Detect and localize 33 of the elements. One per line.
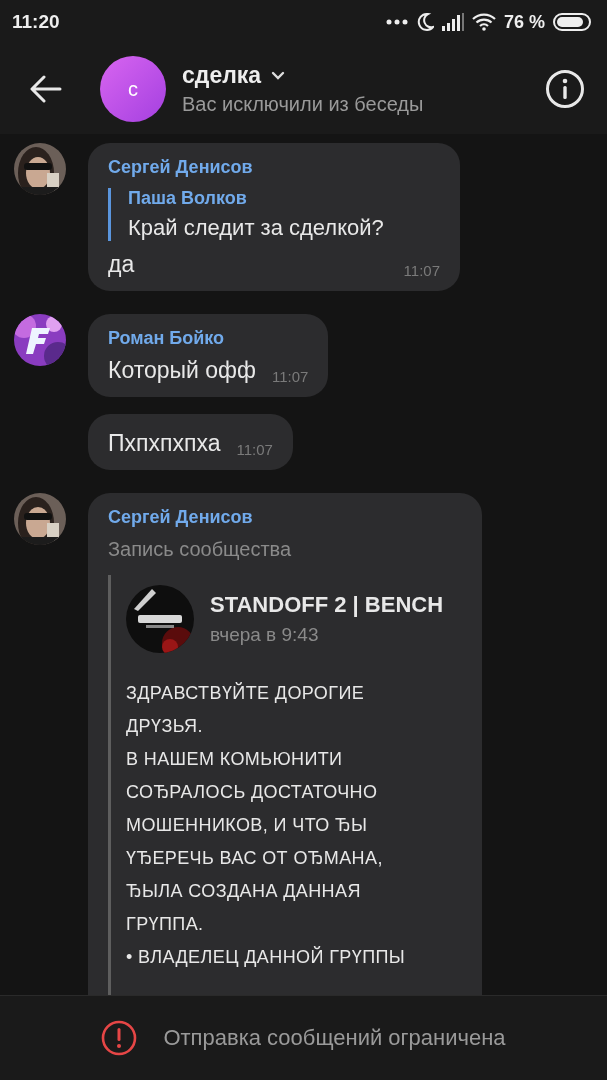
message-time: 11:07: [271, 368, 309, 385]
wifi-icon: [471, 13, 496, 31]
battery-icon: [553, 13, 593, 31]
quoted-author: Паша Волков: [128, 188, 248, 209]
chat-subtitle: Вас исключили из беседы: [182, 93, 425, 116]
post-date: вчера в 9:43: [210, 624, 320, 646]
signal-icon: [441, 13, 464, 31]
quoted-message[interactable]: Паша Волков Край следит за сделкой?: [108, 188, 440, 241]
warning-icon: [101, 1020, 138, 1056]
chat-avatar: с: [100, 56, 166, 122]
author-name[interactable]: Сергей Денисов: [108, 157, 440, 178]
author-name[interactable]: Роман Бойко: [108, 328, 309, 349]
chat-title[interactable]: сделка: [182, 62, 262, 89]
post-paragraph: В НАШЕМ КОМЬЮНИТИ СОЂРАЛОСЬ ДОСТАТОЧНО МОШЕННИКОВ, И ЧТО ЂЫ ҮЂЕРЕЧЬ ВАС ОТ ОЂМАНА, ЂЫЛА СОЗДАНА ДАННАЯ ГРҮППА.: [126, 748, 384, 936]
message-text: Который офф: [108, 356, 256, 385]
restriction-message: Отправка сообщений ограничена: [163, 1025, 506, 1051]
more-dots-icon: [385, 19, 408, 25]
back-arrow-icon[interactable]: [30, 75, 62, 103]
battery-percent: 76 %: [503, 11, 545, 33]
status-time: 11:20: [12, 11, 60, 33]
chevron-down-icon[interactable]: [271, 71, 286, 80]
message-text: да: [108, 250, 135, 279]
moon-icon: [415, 12, 434, 32]
message-time: 11:07: [236, 441, 273, 458]
author-name[interactable]: Сергей Денисов: [108, 507, 462, 528]
quoted-text: Край следит за сделкой?: [128, 215, 385, 241]
community-name[interactable]: STANDOFF 2 | BENCH: [210, 592, 444, 618]
message-time: 11:07: [403, 262, 440, 279]
post-paragraph: ЗДРАВСТВҮЙТЕ ДОРОГИЕ ДРҮЗЬЯ.: [126, 681, 366, 738]
message-text: Пхпхпхпха: [108, 429, 221, 458]
post-paragraph: • ВЛАДЕЛЕЦ ДАННОЙ ГРҮППЫ: [126, 945, 407, 969]
post-label: Запись сообщества: [108, 538, 293, 561]
info-icon[interactable]: [545, 69, 585, 109]
